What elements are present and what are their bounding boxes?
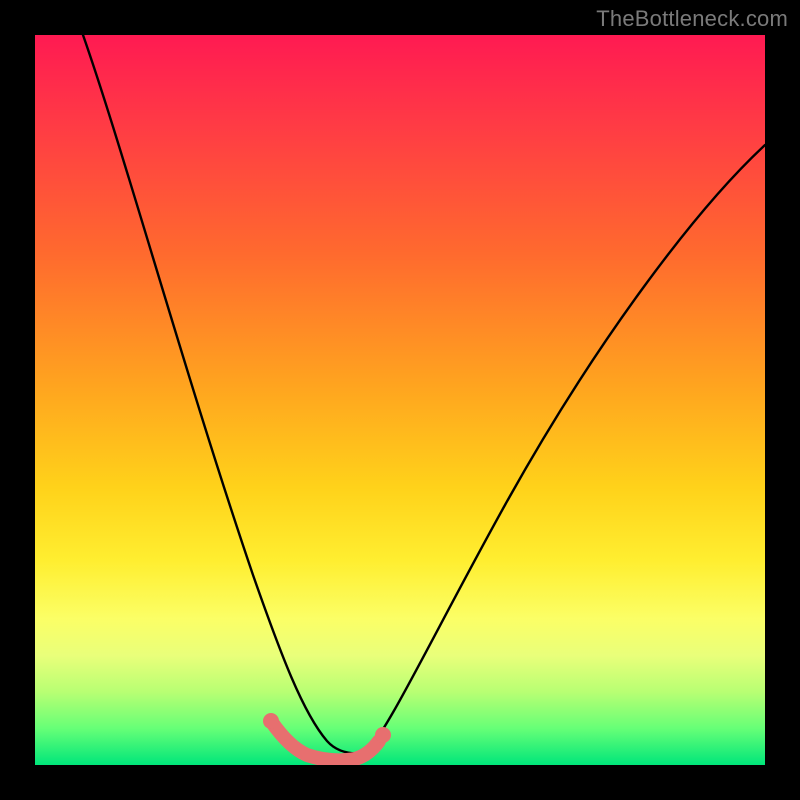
- highlight-segment: [271, 721, 379, 760]
- highlight-dot-right: [375, 727, 391, 743]
- bottleneck-curve: [83, 35, 765, 753]
- plot-area: [35, 35, 765, 765]
- highlight-dot-left: [263, 713, 279, 729]
- chart-frame: TheBottleneck.com: [0, 0, 800, 800]
- watermark-text: TheBottleneck.com: [596, 6, 788, 32]
- curve-layer: [35, 35, 765, 765]
